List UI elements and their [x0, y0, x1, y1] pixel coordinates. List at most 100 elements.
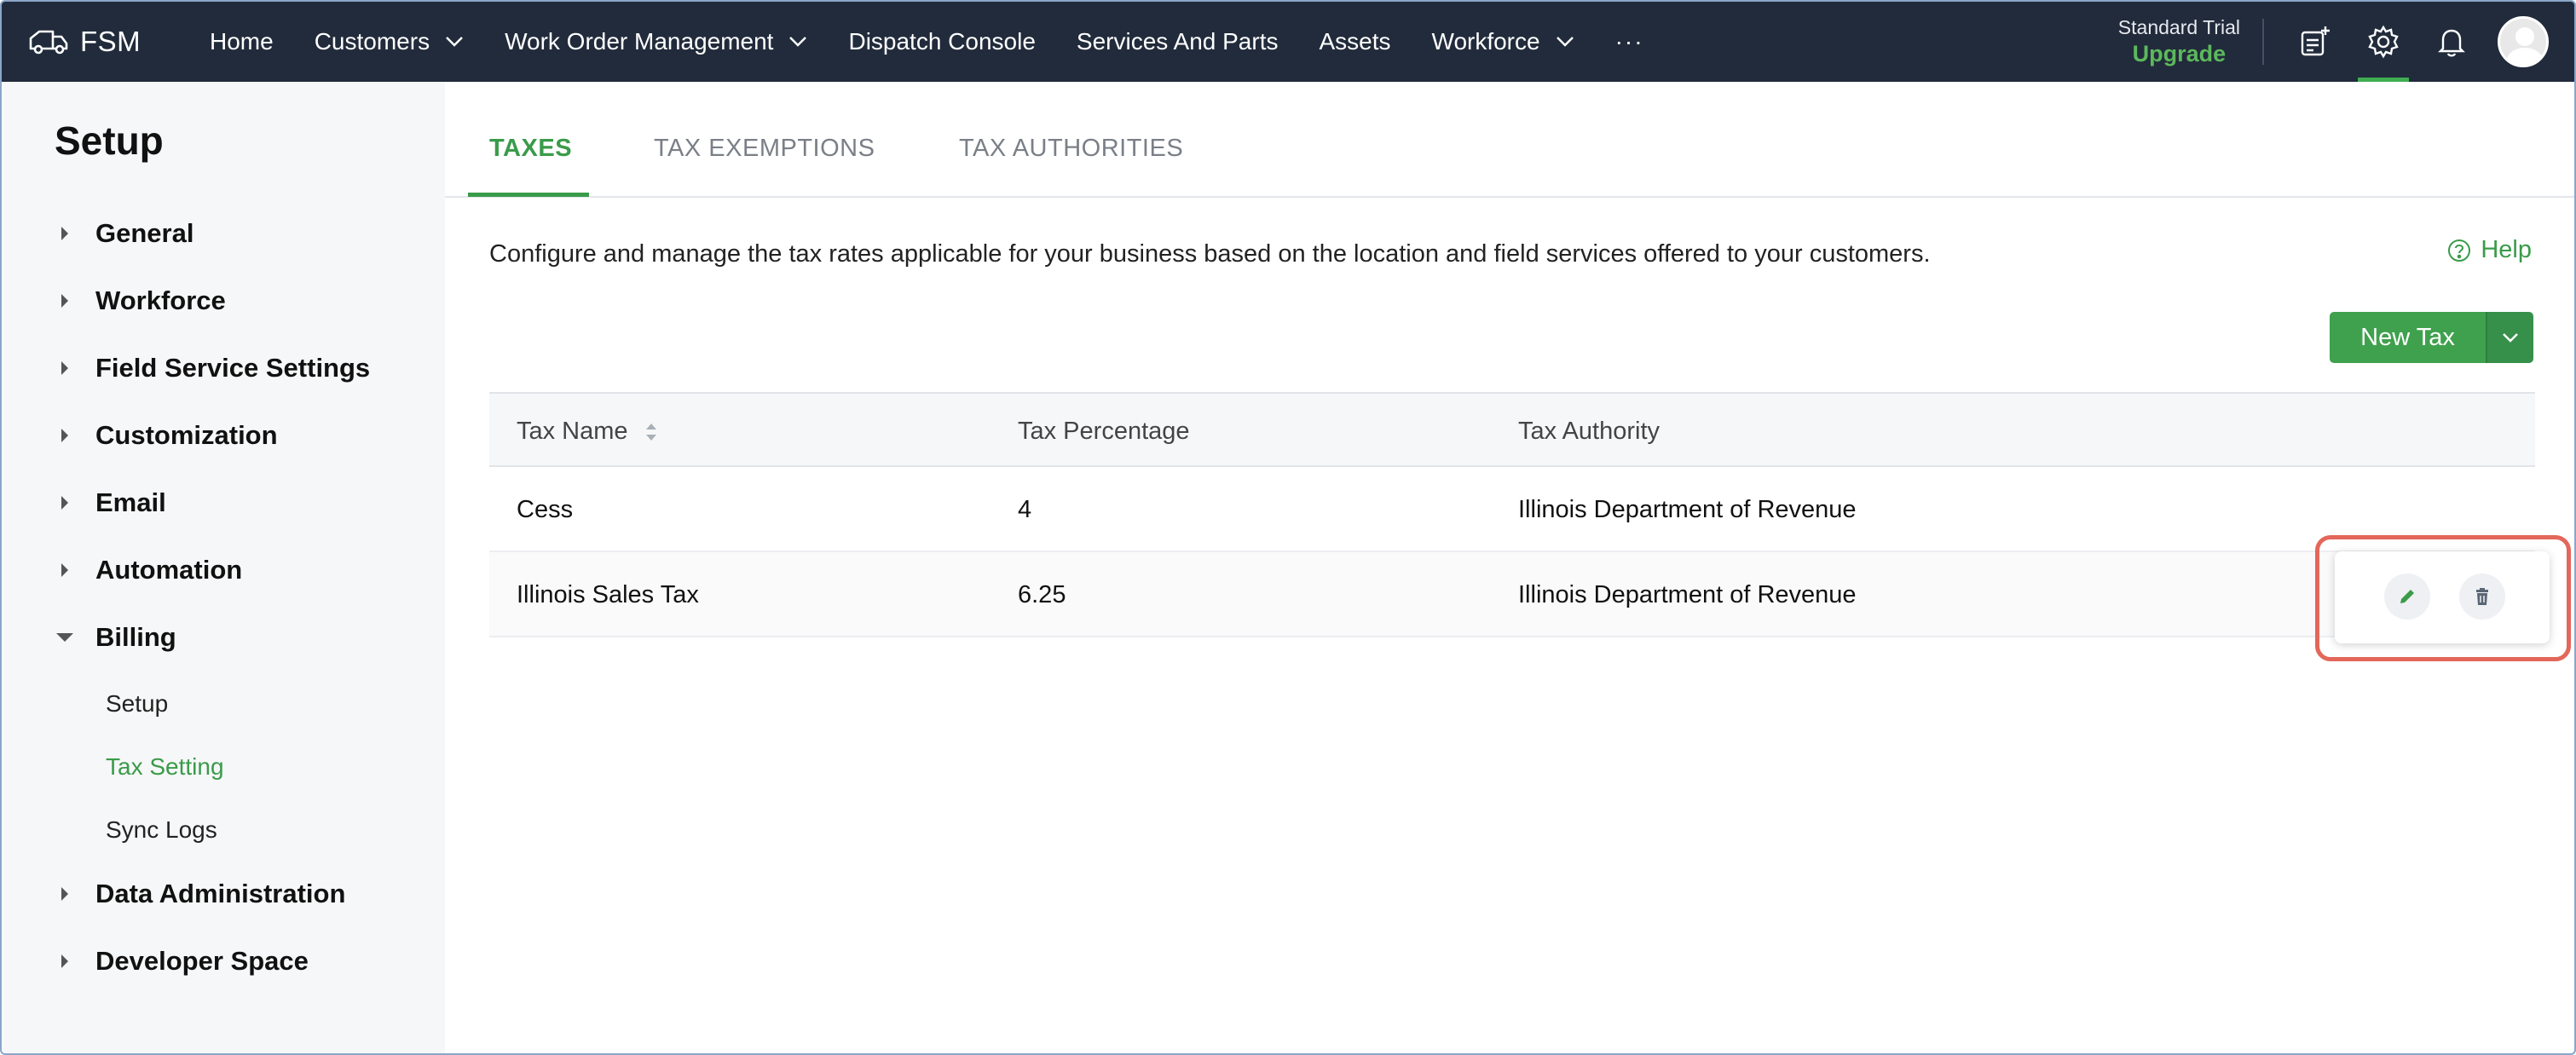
page-description: Configure and manage the tax rates appli… — [489, 240, 1931, 268]
table-header: Tax Name Tax Percentage Tax Authority — [489, 392, 2535, 467]
main-nav: Home Customers Work Order Management Dis… — [189, 2, 1665, 82]
column-header-tax-name[interactable]: Tax Name — [517, 418, 659, 446]
help-label: Help — [2481, 236, 2532, 263]
sidebar-item-field-service-settings[interactable]: Field Service Settings — [55, 353, 370, 383]
cell-tax-name: Illinois Sales Tax — [517, 581, 699, 608]
column-header-label: Tax Name — [517, 418, 628, 445]
sidebar-subitem-setup[interactable]: Setup — [106, 690, 168, 718]
add-note-button[interactable] — [2281, 2, 2349, 82]
plan-label: Standard Trial — [2117, 16, 2240, 38]
brand-name: FSM — [80, 26, 142, 57]
table-row[interactable]: Cess 4 Illinois Department of Revenue — [489, 467, 2535, 552]
nav-assets[interactable]: Assets — [1298, 2, 1411, 82]
table-row[interactable]: Illinois Sales Tax 6.25 Illinois Departm… — [489, 552, 2535, 637]
setup-sidebar: Setup General Workforce Field Service Se… — [3, 82, 445, 1053]
nav-home[interactable]: Home — [189, 2, 294, 82]
new-tax-dropdown-button[interactable] — [2486, 312, 2533, 363]
edit-button[interactable] — [2384, 574, 2430, 620]
sidebar-item-label: Customization — [95, 420, 278, 450]
sidebar-item-workforce[interactable]: Workforce — [55, 285, 226, 316]
delete-button[interactable] — [2459, 574, 2505, 620]
cell-tax-authority: Illinois Department of Revenue — [1518, 496, 1857, 523]
chevron-down-icon — [446, 37, 463, 47]
sidebar-item-general[interactable]: General — [55, 218, 193, 249]
tab-tax-exemptions[interactable]: TAX EXEMPTIONS — [654, 135, 875, 163]
chevron-down-icon — [789, 37, 807, 47]
sort-icon[interactable] — [644, 419, 659, 445]
nav-services-label: Services And Parts — [1076, 28, 1279, 55]
chevron-down-icon — [1556, 37, 1574, 47]
sidebar-subitem-tax-setting[interactable]: Tax Setting — [106, 753, 224, 781]
sidebar-item-email[interactable]: Email — [55, 487, 166, 518]
active-tab-indicator — [468, 193, 589, 197]
help-circle-icon — [2448, 239, 2471, 262]
sidebar-item-label: Workforce — [95, 285, 226, 315]
caret-right-icon — [55, 360, 75, 377]
notifications-button[interactable] — [2417, 2, 2486, 82]
divider — [2262, 19, 2264, 65]
sidebar-item-billing[interactable]: Billing — [55, 622, 176, 653]
sidebar-item-label: Developer Space — [95, 946, 309, 976]
pencil-icon — [2400, 590, 2414, 603]
caret-right-icon — [55, 427, 75, 444]
sidebar-item-label: Billing — [95, 622, 176, 652]
avatar[interactable] — [2498, 16, 2549, 67]
add-note-icon — [2301, 26, 2330, 56]
nav-work-order-management[interactable]: Work Order Management — [484, 2, 828, 82]
more-dots-icon: ··· — [1614, 28, 1644, 55]
sidebar-subitem-sync-logs[interactable]: Sync Logs — [106, 816, 217, 844]
sidebar-item-data-administration[interactable]: Data Administration — [55, 879, 345, 909]
column-header-tax-percentage: Tax Percentage — [1018, 418, 1190, 445]
new-tax-button[interactable]: New Tax — [2330, 312, 2486, 363]
sidebar-item-customization[interactable]: Customization — [55, 420, 278, 451]
truck-icon — [27, 23, 70, 61]
upgrade-link[interactable]: Upgrade — [2118, 41, 2240, 67]
topbar-right: Standard Trial Upgrade — [2118, 2, 2574, 82]
row-actions — [2335, 551, 2550, 643]
nav-customers[interactable]: Customers — [294, 2, 484, 82]
chevron-down-icon — [2503, 333, 2518, 343]
help-link[interactable]: Help — [2446, 236, 2532, 264]
trash-icon — [2476, 588, 2488, 605]
more-menu-button[interactable]: ··· — [1595, 2, 1665, 82]
app-window: FSM Home Customers Work Order Management… — [0, 0, 2576, 1055]
sidebar-item-label: Data Administration — [95, 879, 346, 908]
caret-right-icon — [55, 885, 75, 902]
nav-services-and-parts[interactable]: Services And Parts — [1056, 2, 1299, 82]
nav-home-label: Home — [210, 28, 274, 55]
sidebar-item-label: Field Service Settings — [95, 353, 371, 383]
column-header-tax-authority: Tax Authority — [1518, 418, 1661, 445]
sidebar-item-label: Email — [95, 487, 166, 517]
nav-workforce-label: Workforce — [1431, 28, 1540, 55]
sidebar-title: Setup — [55, 118, 164, 163]
gear-icon — [2368, 25, 2399, 59]
new-tax-button-group: New Tax — [2330, 312, 2533, 363]
cell-tax-percentage: 6.25 — [1018, 581, 1066, 608]
nav-work-order-label: Work Order Management — [505, 28, 774, 55]
nav-assets-label: Assets — [1319, 28, 1391, 55]
sidebar-item-developer-space[interactable]: Developer Space — [55, 946, 309, 977]
brand[interactable]: FSM — [27, 23, 189, 61]
tab-taxes[interactable]: TAXES — [489, 135, 572, 163]
tab-tax-authorities[interactable]: TAX AUTHORITIES — [959, 135, 1183, 163]
cell-tax-authority: Illinois Department of Revenue — [1518, 581, 1857, 608]
nav-workforce[interactable]: Workforce — [1412, 2, 1595, 82]
caret-right-icon — [55, 494, 75, 511]
sidebar-item-automation[interactable]: Automation — [55, 555, 242, 585]
sidebar-item-label: Automation — [95, 555, 243, 585]
top-nav-bar: FSM Home Customers Work Order Management… — [2, 2, 2574, 82]
plan-info: Standard Trial Upgrade — [2118, 16, 2240, 67]
settings-button[interactable] — [2349, 2, 2417, 82]
caret-right-icon — [55, 953, 75, 970]
nav-customers-label: Customers — [314, 28, 430, 55]
caret-right-icon — [55, 562, 75, 579]
taxes-table: Tax Name Tax Percentage Tax Authority Ce… — [489, 392, 2535, 637]
bell-icon — [2438, 29, 2465, 57]
caret-down-icon — [55, 632, 75, 643]
tax-tabs: TAXES TAX EXEMPTIONS TAX AUTHORITIES — [445, 82, 2574, 198]
cell-tax-name: Cess — [517, 496, 574, 523]
nav-dispatch-label: Dispatch Console — [848, 28, 1036, 55]
nav-dispatch-console[interactable]: Dispatch Console — [828, 2, 1055, 82]
sidebar-item-label: General — [95, 218, 194, 248]
caret-right-icon — [55, 292, 75, 309]
